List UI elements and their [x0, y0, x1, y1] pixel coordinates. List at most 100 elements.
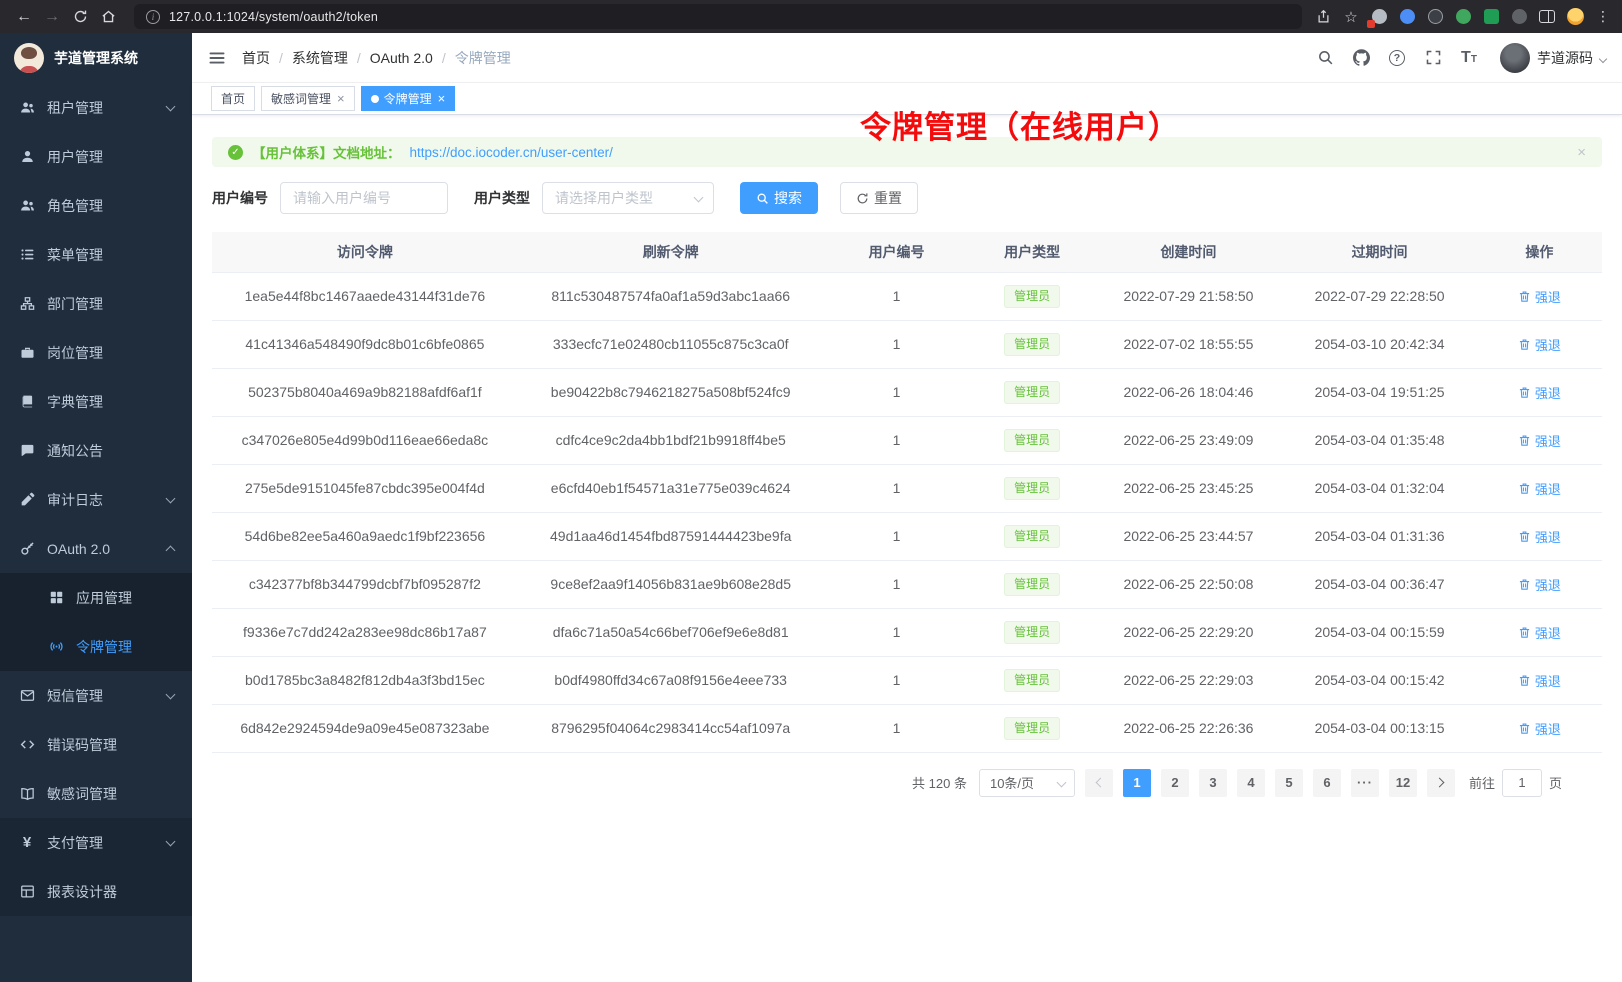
- force-logout-button[interactable]: 强退: [1518, 383, 1561, 402]
- fullscreen-button[interactable]: [1422, 47, 1444, 69]
- force-logout-button[interactable]: 强退: [1518, 575, 1561, 594]
- force-logout-button[interactable]: 强退: [1518, 431, 1561, 450]
- force-logout-button[interactable]: 强退: [1518, 719, 1561, 738]
- page-button-6[interactable]: 6: [1313, 769, 1341, 797]
- browser-forward-button[interactable]: →: [38, 4, 66, 30]
- success-check-icon: ✓: [228, 145, 243, 160]
- sidebar-item-dept[interactable]: 部门管理: [0, 279, 192, 328]
- filter-form: 用户编号 用户类型 搜索 重置: [212, 182, 1602, 214]
- active-tab-dot: [371, 95, 379, 103]
- access-token-cell: 275e5de9151045fe87cbdc395e004f4d: [212, 464, 518, 512]
- extension-icon-4[interactable]: [1454, 8, 1472, 26]
- address-bar[interactable]: i 127.0.0.1:1024/system/oauth2/token: [134, 4, 1302, 29]
- tree-icon: [19, 296, 35, 312]
- breadcrumb-item-1[interactable]: 系统管理: [292, 48, 348, 68]
- expires-at-cell: 2054-03-04 01:31:36: [1282, 512, 1477, 560]
- force-logout-button[interactable]: 强退: [1518, 671, 1561, 690]
- sidebar-item-report-designer[interactable]: 报表设计器: [0, 867, 192, 916]
- browser-menu-icon[interactable]: ⋮: [1594, 8, 1612, 26]
- sidebar-item-oauth2[interactable]: OAuth 2.0: [0, 524, 192, 573]
- table-row: 6d842e2924594de9a09e45e087323abe 8796295…: [212, 704, 1602, 752]
- browser-reload-button[interactable]: [66, 4, 94, 30]
- browser-home-button[interactable]: [94, 4, 122, 30]
- sidebar-item-notice[interactable]: 通知公告: [0, 426, 192, 475]
- extension-icon-3[interactable]: [1426, 8, 1444, 26]
- breadcrumb-item-0[interactable]: 首页: [242, 48, 270, 68]
- user-id-input[interactable]: [280, 182, 448, 214]
- close-icon[interactable]: ×: [337, 92, 345, 105]
- extension-icon-1[interactable]: [1370, 8, 1388, 26]
- page-buttons: 123456···12: [1123, 769, 1417, 797]
- sidebar-item-sensitive-word[interactable]: 敏感词管理: [0, 769, 192, 818]
- force-logout-button[interactable]: 强退: [1518, 527, 1561, 546]
- reset-button[interactable]: 重置: [840, 182, 918, 214]
- tab-1[interactable]: 敏感词管理 ×: [261, 86, 355, 111]
- force-logout-button[interactable]: 强退: [1518, 287, 1561, 306]
- header-search-button[interactable]: [1314, 47, 1336, 69]
- refresh-token-cell: 8796295f04064c2983414cc54af1097a: [518, 704, 824, 752]
- expires-at-cell: 2054-03-04 00:15:59: [1282, 608, 1477, 656]
- user-type-badge: 管理员: [1004, 621, 1060, 644]
- expires-at-cell: 2022-07-29 22:28:50: [1282, 272, 1477, 320]
- table-row: f9336e7c7dd242a283ee98dc86b17a87 dfa6c71…: [212, 608, 1602, 656]
- browser-profile-avatar[interactable]: [1566, 8, 1584, 26]
- user-id-cell: 1: [824, 704, 970, 752]
- sidebar-item-tenant[interactable]: 租户管理: [0, 83, 192, 132]
- user-type-select[interactable]: [542, 182, 714, 214]
- page-button-1[interactable]: 1: [1123, 769, 1151, 797]
- force-logout-button[interactable]: 强退: [1518, 623, 1561, 642]
- force-logout-button[interactable]: 强退: [1518, 479, 1561, 498]
- close-icon[interactable]: ×: [438, 92, 446, 105]
- sidebar-item-sms[interactable]: 短信管理: [0, 671, 192, 720]
- font-size-button[interactable]: TT: [1458, 47, 1480, 69]
- alert-doc-link[interactable]: https://doc.iocoder.cn/user-center/: [410, 145, 613, 160]
- alert-close-icon[interactable]: ×: [1577, 144, 1586, 161]
- user-type-label: 用户类型: [474, 188, 530, 208]
- force-logout-button[interactable]: 强退: [1518, 335, 1561, 354]
- page-button-2[interactable]: 2: [1161, 769, 1189, 797]
- breadcrumb-item-2[interactable]: OAuth 2.0: [370, 50, 433, 66]
- prev-page-button[interactable]: [1085, 769, 1113, 797]
- sidebar-item-audit-log[interactable]: 审计日志: [0, 475, 192, 524]
- search-button[interactable]: 搜索: [740, 182, 818, 214]
- page-button-5[interactable]: 5: [1275, 769, 1303, 797]
- sidebar-item-error-code[interactable]: 错误码管理: [0, 720, 192, 769]
- sidebar-item-dict[interactable]: 字典管理: [0, 377, 192, 426]
- sidebar-item-user[interactable]: 用户管理: [0, 132, 192, 181]
- tab-0[interactable]: 首页: [211, 86, 255, 111]
- sidebar-toggle-button[interactable]: [192, 33, 242, 83]
- delete-icon: [1518, 434, 1531, 447]
- next-page-button[interactable]: [1427, 769, 1455, 797]
- github-button[interactable]: [1350, 47, 1372, 69]
- user-type-badge: 管理员: [1004, 285, 1060, 308]
- app-logo[interactable]: 芋道管理系统: [0, 33, 192, 83]
- browser-back-button[interactable]: ←: [10, 4, 38, 30]
- page-button-3[interactable]: 3: [1199, 769, 1227, 797]
- page-button-4[interactable]: 4: [1237, 769, 1265, 797]
- page-size-select[interactable]: [979, 769, 1075, 797]
- page-button-12[interactable]: 12: [1389, 769, 1417, 797]
- site-info-icon[interactable]: i: [146, 10, 160, 24]
- more-pages-button[interactable]: ···: [1351, 769, 1379, 797]
- share-icon[interactable]: [1314, 8, 1332, 26]
- sidebar-item-oauth2-token[interactable]: 令牌管理: [0, 622, 192, 671]
- sidebar-item-pay[interactable]: ¥ 支付管理: [0, 818, 192, 867]
- extension-icon-2[interactable]: [1398, 8, 1416, 26]
- bookmark-star-icon[interactable]: ☆: [1342, 8, 1360, 26]
- user-icon: [19, 149, 35, 165]
- created-at-cell: 2022-06-25 22:26:36: [1095, 704, 1283, 752]
- created-at-cell: 2022-06-25 22:29:03: [1095, 656, 1283, 704]
- page-content: ✓ 【用户体系】文档地址： https://doc.iocoder.cn/use…: [192, 115, 1622, 797]
- sidebar-item-oauth2-app[interactable]: 应用管理: [0, 573, 192, 622]
- extension-icon-6[interactable]: [1510, 8, 1528, 26]
- extension-icon-5[interactable]: [1482, 8, 1500, 26]
- chevron-down-icon: [166, 493, 176, 503]
- sidebar-item-role[interactable]: 角色管理: [0, 181, 192, 230]
- split-view-icon[interactable]: [1538, 8, 1556, 26]
- sidebar-item-post[interactable]: 岗位管理: [0, 328, 192, 377]
- sidebar-item-menu[interactable]: 菜单管理: [0, 230, 192, 279]
- help-button[interactable]: ?: [1386, 47, 1408, 69]
- user-dropdown[interactable]: 芋道源码: [1500, 43, 1606, 73]
- tab-2[interactable]: 令牌管理 ×: [361, 86, 456, 111]
- goto-page-input[interactable]: [1502, 769, 1542, 797]
